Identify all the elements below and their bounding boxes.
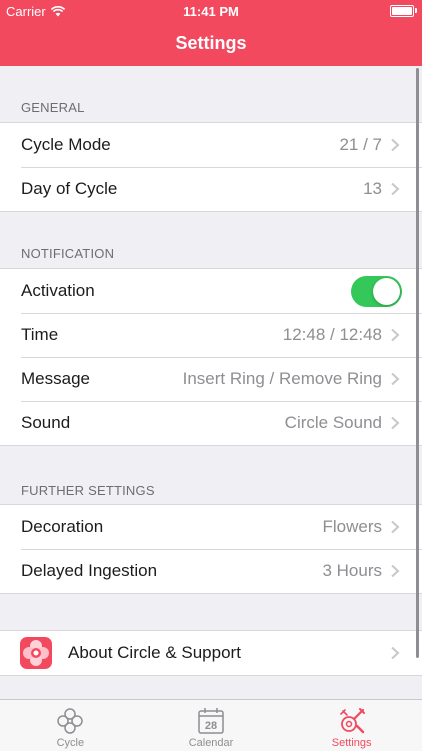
group-further-settings: Decoration Flowers Delayed Ingestion 3 H… xyxy=(0,504,422,594)
row-label: Cycle Mode xyxy=(21,135,111,154)
chevron-right-icon xyxy=(391,328,400,342)
row-value: Insert Ring / Remove Ring xyxy=(182,369,382,388)
tab-calendar[interactable]: 28 Calendar xyxy=(141,700,282,751)
tab-label: Cycle xyxy=(56,737,85,749)
navigation-header: Carrier 11:41 PM Settings xyxy=(0,0,422,66)
group-notification: Activation Time 12:48 / 12:48 Message In… xyxy=(0,268,422,446)
chevron-right-icon xyxy=(391,520,400,534)
row-label: Day of Cycle xyxy=(21,179,118,198)
row-label: Delayed Ingestion xyxy=(21,561,158,580)
tab-settings[interactable]: Settings xyxy=(281,700,422,751)
row-label: Sound xyxy=(21,413,71,432)
row-value: 3 Hours xyxy=(322,561,382,580)
chevron-right-icon xyxy=(391,138,400,152)
row-value: Flowers xyxy=(322,517,382,536)
cycle-icon xyxy=(57,708,84,734)
activation-toggle[interactable] xyxy=(351,276,402,307)
tab-label: Settings xyxy=(331,737,372,749)
row-label: Decoration xyxy=(21,517,104,536)
group-general: Cycle Mode 21 / 7 Day of Cycle 13 xyxy=(0,122,422,212)
calendar-icon: 28 xyxy=(198,708,224,734)
page-title: Settings xyxy=(175,33,247,53)
scrollbar[interactable] xyxy=(416,68,419,658)
status-time: 11:41 PM xyxy=(183,4,239,19)
row-day-of-cycle[interactable]: Day of Cycle 13 xyxy=(0,167,422,211)
row-sound[interactable]: Sound Circle Sound xyxy=(0,401,422,445)
settings-list[interactable]: GENERAL Cycle Mode 21 / 7 Day of Cycle 1… xyxy=(0,66,422,699)
chevron-right-icon xyxy=(391,182,400,196)
chevron-right-icon xyxy=(391,416,400,430)
row-label: Time xyxy=(21,325,59,344)
row-label: Message xyxy=(21,369,90,388)
row-value: 21 / 7 xyxy=(339,135,382,154)
row-label: Activation xyxy=(21,281,95,300)
row-value: Circle Sound xyxy=(284,413,382,432)
chevron-right-icon xyxy=(391,646,400,660)
row-value: 12:48 / 12:48 xyxy=(282,325,382,344)
battery-icon xyxy=(390,5,417,17)
row-message[interactable]: Message Insert Ring / Remove Ring xyxy=(0,357,422,401)
status-bar: Carrier 11:41 PM xyxy=(0,0,422,22)
group-about: About Circle & Support xyxy=(0,630,422,676)
tab-bar: Cycle 28 Calendar Settings xyxy=(0,699,422,751)
section-title-notification: NOTIFICATION xyxy=(21,246,115,261)
chevron-right-icon xyxy=(391,564,400,578)
row-activation: Activation xyxy=(0,269,422,313)
row-decoration[interactable]: Decoration Flowers xyxy=(0,505,422,549)
section-title-general: GENERAL xyxy=(21,100,85,115)
row-cycle-mode[interactable]: Cycle Mode 21 / 7 xyxy=(0,123,422,167)
chevron-right-icon xyxy=(391,372,400,386)
calendar-day-number: 28 xyxy=(205,720,217,732)
row-delayed-ingestion[interactable]: Delayed Ingestion 3 Hours xyxy=(0,549,422,593)
section-title-further-settings: FURTHER SETTINGS xyxy=(21,483,155,498)
flower-app-icon xyxy=(20,637,52,669)
row-about-support[interactable]: About Circle & Support xyxy=(0,631,422,675)
row-time[interactable]: Time 12:48 / 12:48 xyxy=(0,313,422,357)
row-label: About Circle & Support xyxy=(68,643,241,662)
toggle-knob xyxy=(373,278,400,305)
row-value: 13 xyxy=(363,179,382,198)
tab-label: Calendar xyxy=(188,737,234,749)
tab-cycle[interactable]: Cycle xyxy=(0,700,141,751)
settings-tools-icon xyxy=(339,708,365,734)
